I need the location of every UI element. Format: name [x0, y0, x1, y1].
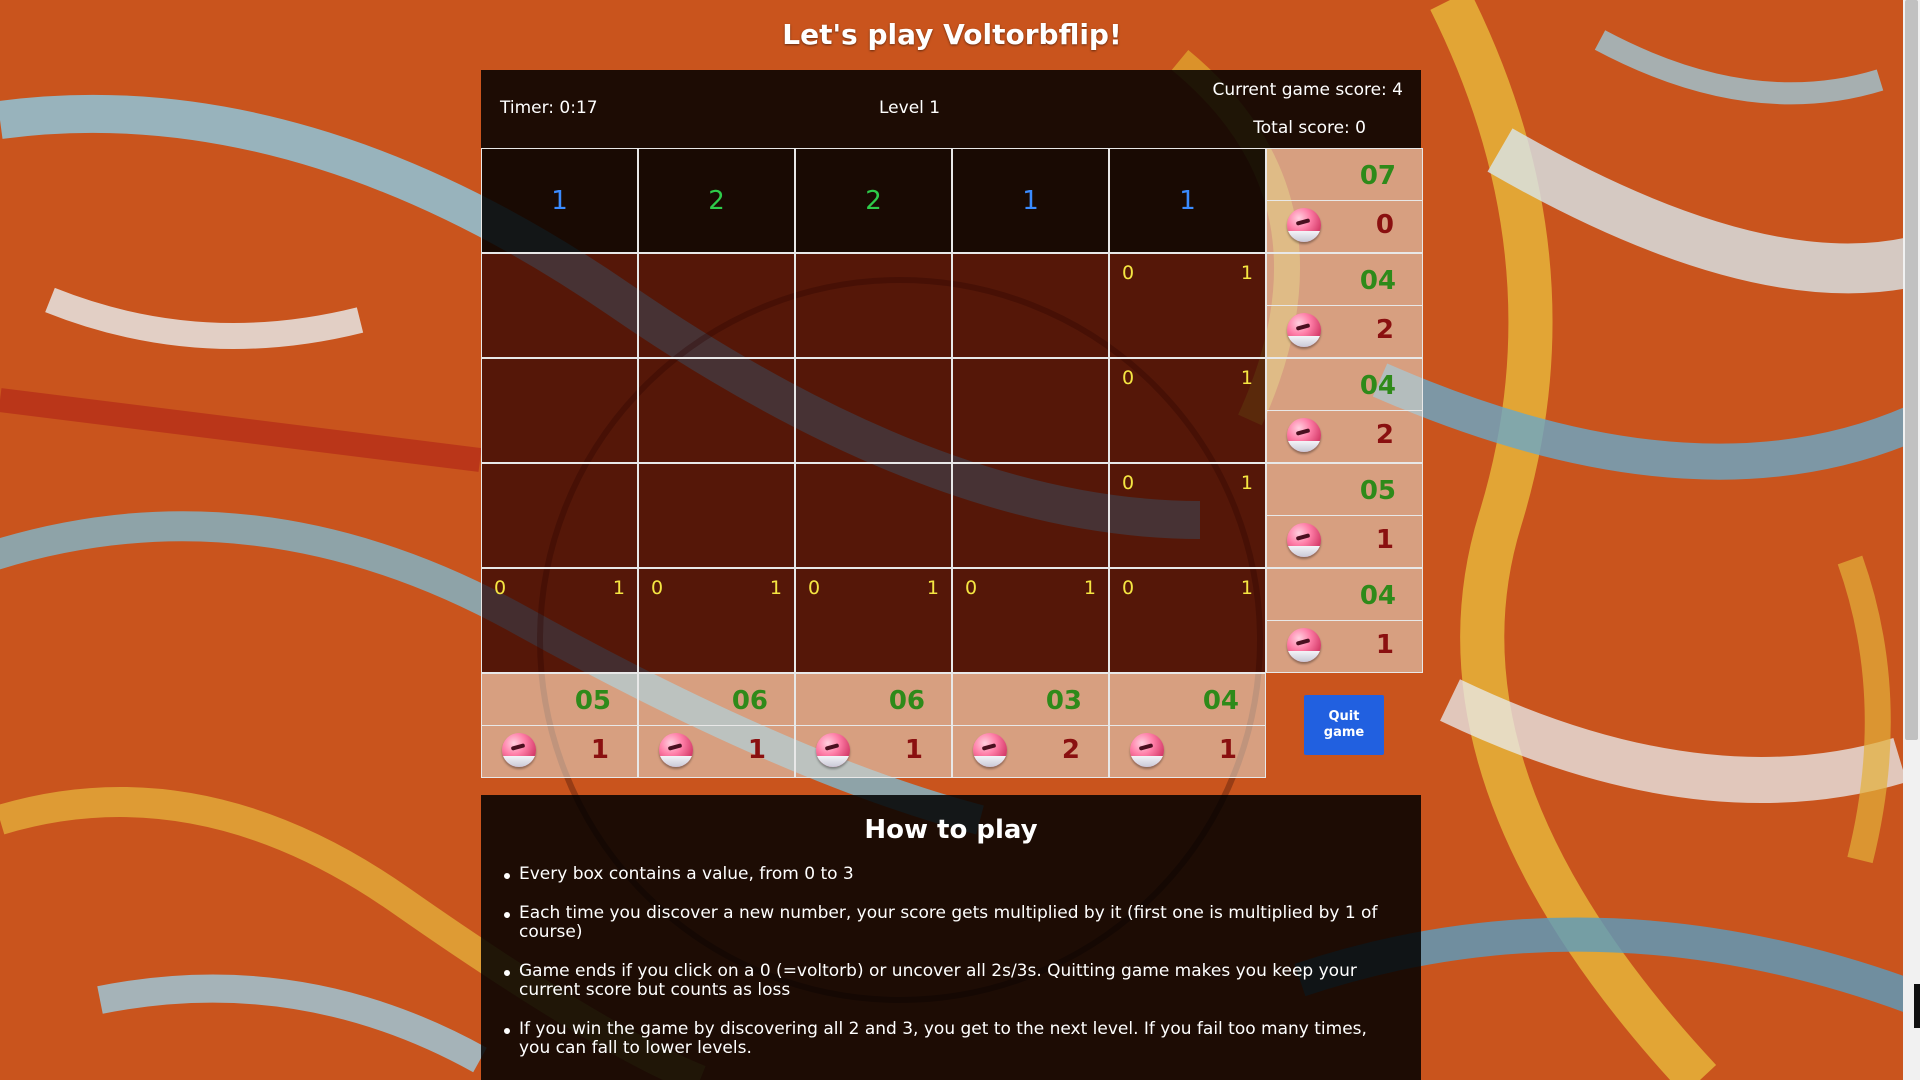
rule-item: Each time you discover a new number, you… [504, 904, 1401, 942]
hint-points-sum: 05 [1267, 464, 1422, 516]
hint-points-sum: 06 [796, 674, 951, 726]
hint-voltorb-count: 1 [904, 735, 923, 765]
tile-memo-right: 1 [1240, 262, 1253, 284]
hidden-tile[interactable] [795, 358, 952, 463]
hint-points-sum: 05 [482, 674, 637, 726]
tile-memo-left: 0 [494, 577, 507, 599]
revealed-tile: 2 [638, 148, 795, 253]
rule-item: Game ends if you click on a 0 (=voltorb)… [504, 962, 1401, 1000]
tile-memo-right: 1 [1083, 577, 1096, 599]
scrollbar-thumb[interactable] [1905, 0, 1918, 740]
tile-memo-right: 1 [612, 577, 625, 599]
tile-memo-left: 0 [965, 577, 978, 599]
rule-item: Every box contains a value, from 0 to 3 [504, 865, 1401, 884]
column-hint: 06 1 [795, 673, 952, 778]
hidden-tile[interactable] [638, 358, 795, 463]
row-hint: 05 1 [1266, 463, 1423, 568]
quit-button-line1: Quit [1328, 709, 1360, 724]
hint-points-sum: 06 [639, 674, 794, 726]
tile-value: 2 [708, 185, 725, 216]
rule-item: If you win the game by discovering all 2… [504, 1020, 1401, 1058]
column-hint: 04 1 [1109, 673, 1266, 778]
quit-button-line2: game [1323, 725, 1365, 740]
tile-memo-right: 1 [769, 577, 782, 599]
tile-value: 1 [1022, 185, 1039, 216]
hidden-tile[interactable]: 01 [952, 568, 1109, 673]
hint-voltorb-count: 1 [747, 735, 766, 765]
game-board: 1 2 2 1 1 0 1 0 1 0 1 0 1 0 1 0 1 0 1 0 1 07 0 04 2 04 2 05 1 04 1 05 1 0… [481, 148, 1423, 778]
tile-memo-right: 1 [926, 577, 939, 599]
column-hint: 06 1 [638, 673, 795, 778]
revealed-tile: 1 [1109, 148, 1266, 253]
hint-points-sum: 07 [1267, 149, 1422, 201]
tile-memo-left: 0 [651, 577, 664, 599]
hidden-tile[interactable] [795, 463, 952, 568]
hidden-tile[interactable] [952, 358, 1109, 463]
edge-marker [1914, 984, 1920, 1028]
revealed-tile: 2 [795, 148, 952, 253]
timer: Timer: 0:17 [500, 98, 598, 118]
hidden-tile[interactable] [481, 358, 638, 463]
hidden-tile[interactable] [638, 463, 795, 568]
hint-voltorb-count: 2 [1375, 315, 1394, 345]
hint-points-sum: 04 [1110, 674, 1265, 726]
tile-memo-right: 1 [1240, 367, 1253, 389]
hidden-tile[interactable] [481, 253, 638, 358]
hidden-tile[interactable]: 01 [1109, 463, 1266, 568]
level-indicator: Level 1 [879, 98, 941, 118]
hidden-tile[interactable] [952, 463, 1109, 568]
row-hint: 07 0 [1266, 148, 1423, 253]
tile-memo-left: 0 [1122, 577, 1135, 599]
tile-memo-left: 0 [1122, 262, 1135, 284]
status-bar: Timer: 0:17 Level 1 Current game score: … [481, 70, 1421, 148]
tile-value: 1 [1179, 185, 1196, 216]
tile-memo-left: 0 [808, 577, 821, 599]
hidden-tile[interactable]: 01 [795, 568, 952, 673]
hidden-tile[interactable] [952, 253, 1109, 358]
hint-points-sum: 04 [1267, 359, 1422, 411]
column-hint: 03 2 [952, 673, 1109, 778]
hint-voltorb-count: 2 [1375, 420, 1394, 450]
tile-memo-left: 0 [1122, 472, 1135, 494]
total-score: Total score: 0 [1253, 118, 1366, 138]
tile-value: 2 [865, 185, 882, 216]
hint-points-sum: 03 [953, 674, 1108, 726]
tile-value: 1 [551, 185, 568, 216]
row-hint: 04 2 [1266, 358, 1423, 463]
hint-points-sum: 04 [1267, 569, 1422, 621]
hint-points-sum: 04 [1267, 254, 1422, 306]
tile-memo-right: 1 [1240, 472, 1253, 494]
hidden-tile[interactable]: 01 [1109, 568, 1266, 673]
tile-memo-left: 0 [1122, 367, 1135, 389]
hidden-tile[interactable] [481, 463, 638, 568]
hint-voltorb-count: 1 [1218, 735, 1237, 765]
hidden-tile[interactable]: 01 [1109, 358, 1266, 463]
column-hint: 05 1 [481, 673, 638, 778]
revealed-tile: 1 [952, 148, 1109, 253]
tile-memo-right: 1 [1240, 577, 1253, 599]
hidden-tile[interactable]: 01 [638, 568, 795, 673]
current-game-score: Current game score: 4 [1212, 80, 1403, 100]
hint-voltorb-count: 0 [1375, 210, 1394, 240]
hidden-tile[interactable]: 01 [481, 568, 638, 673]
page-scrollbar[interactable] [1903, 0, 1920, 1080]
hint-voltorb-count: 2 [1061, 735, 1080, 765]
page-title: Let's play Voltorbflip! [782, 18, 1122, 51]
how-to-play-panel: How to play Every box contains a value, … [481, 795, 1421, 1080]
hidden-tile[interactable] [795, 253, 952, 358]
hint-voltorb-count: 1 [1375, 525, 1394, 555]
revealed-tile: 1 [481, 148, 638, 253]
hidden-tile[interactable]: 01 [1109, 253, 1266, 358]
rules-list: Every box contains a value, from 0 to 3 … [481, 865, 1421, 1058]
quit-game-button[interactable]: Quit game [1304, 695, 1384, 755]
hint-voltorb-count: 1 [1375, 630, 1394, 660]
row-hint: 04 1 [1266, 568, 1423, 673]
hidden-tile[interactable] [638, 253, 795, 358]
how-to-play-title: How to play [864, 815, 1038, 845]
row-hint: 04 2 [1266, 253, 1423, 358]
hint-voltorb-count: 1 [590, 735, 609, 765]
